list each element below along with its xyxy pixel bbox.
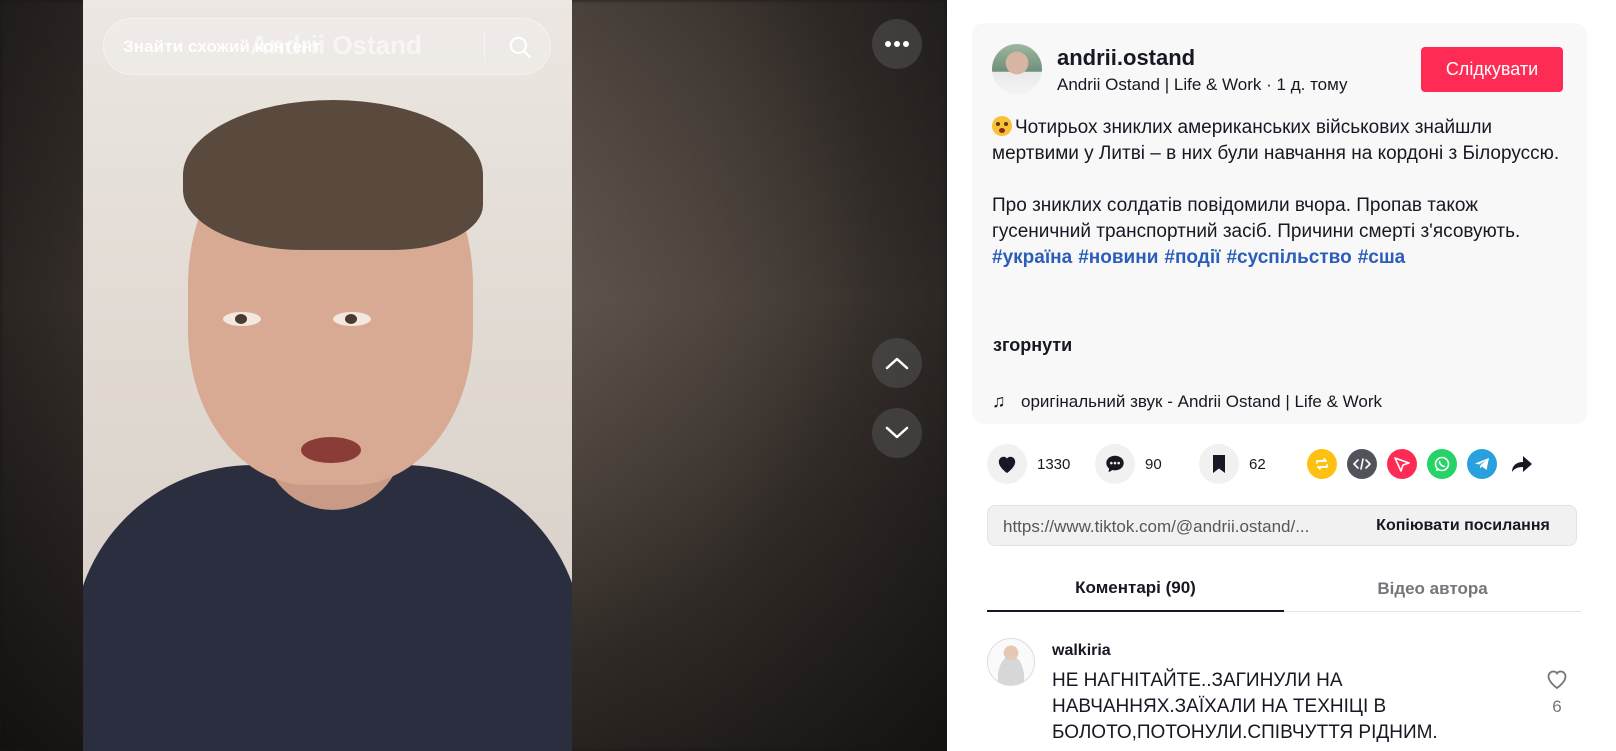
chevron-down-icon — [885, 426, 909, 439]
like-count: 1330 — [1037, 455, 1071, 473]
more-horizontal-icon — [885, 41, 909, 47]
hashtag-link[interactable]: #події — [1164, 247, 1220, 268]
video-url[interactable]: https://www.tiktok.com/@andrii.ostand/..… — [1003, 517, 1343, 537]
comment-button[interactable]: 90 — [1095, 444, 1162, 484]
collapse-description-button[interactable]: згорнути — [993, 335, 1072, 356]
telegram-icon[interactable] — [1467, 449, 1497, 479]
search-placeholder[interactable]: Знайти схожий контент — [123, 37, 321, 57]
like-button[interactable]: 1330 — [987, 444, 1070, 484]
person-mouth — [301, 437, 361, 463]
description-paragraph-1: Чотирьох зниклих американських військови… — [992, 117, 1560, 164]
hashtag-link[interactable]: #сша — [1358, 247, 1406, 268]
person-eye-right — [333, 312, 371, 326]
music-note-icon: ♫ — [992, 391, 1006, 411]
more-options-button[interactable] — [872, 19, 922, 69]
author-username[interactable]: andrii.ostand — [1057, 45, 1195, 71]
chevron-up-icon — [885, 357, 909, 370]
comment-count: 90 — [1145, 455, 1162, 473]
post-time: 1 д. тому — [1276, 75, 1348, 94]
heart-icon — [987, 444, 1027, 484]
video-player[interactable] — [83, 0, 572, 751]
favorite-button[interactable]: 62 — [1199, 444, 1266, 484]
heart-outline-icon — [1547, 670, 1567, 690]
hashtag-link[interactable]: #суспільство — [1226, 247, 1351, 268]
comment-icon — [1095, 444, 1135, 484]
whatsapp-icon[interactable] — [1427, 449, 1457, 479]
hashtag-list: #україна #новини #події #суспільство #сша — [992, 245, 1567, 271]
author-display-name[interactable]: Andrii Ostand | Life & Work — [1057, 75, 1261, 94]
save-count: 62 — [1249, 455, 1266, 473]
previous-video-button[interactable] — [872, 338, 922, 388]
video-link-box: https://www.tiktok.com/@andrii.ostand/..… — [987, 505, 1577, 546]
music-link[interactable]: ♫ оригінальний звук - Andrii Ostand | Li… — [992, 391, 1382, 412]
follow-button[interactable]: Слідкувати — [1421, 47, 1563, 92]
embed-icon[interactable] — [1347, 449, 1377, 479]
separator-dot: · — [1266, 75, 1277, 94]
engagement-bar: 1330 90 62 — [987, 444, 1587, 486]
next-video-button[interactable] — [872, 408, 922, 458]
author-subtitle: Andrii Ostand | Life & Work · 1 д. тому — [1057, 75, 1348, 95]
author-avatar[interactable] — [992, 44, 1042, 94]
repost-icon[interactable] — [1307, 449, 1337, 479]
bookmark-icon — [1199, 444, 1239, 484]
video-details-panel: andrii.ostand Andrii Ostand | Life & Wor… — [947, 0, 1616, 751]
comment-text: НЕ НАГНІТАЙТЕ..ЗАГИНУЛИ НА НАВЧАННЯХ.ЗАЇ… — [1052, 670, 1438, 743]
search-icon — [509, 36, 531, 58]
music-title: оригінальний звук - Andrii Ostand | Life… — [1021, 391, 1383, 411]
copy-link-button[interactable]: Копіювати посилання — [1353, 506, 1573, 545]
video-description: Чотирьох зниклих американських військови… — [992, 115, 1567, 271]
detail-tabs: Коментарі (90) Відео автора — [987, 566, 1581, 612]
search-divider — [484, 32, 485, 62]
send-icon[interactable] — [1387, 449, 1417, 479]
hashtag-link[interactable]: #україна — [992, 247, 1072, 268]
description-paragraph-2: Про зниклих солдатів повідомили вчора. П… — [992, 195, 1521, 242]
tab-comments[interactable]: Коментарі (90) — [987, 566, 1284, 612]
tab-author-videos[interactable]: Відео автора — [1284, 566, 1581, 612]
description-card: andrii.ostand Andrii Ostand | Life & Wor… — [972, 23, 1587, 424]
flushed-face-emoji-icon — [992, 116, 1012, 136]
similar-content-search[interactable]: Знайти схожий контент — [103, 18, 551, 75]
commenter-avatar[interactable] — [987, 638, 1035, 686]
person-hair — [183, 100, 483, 250]
share-arrow-icon[interactable] — [1507, 449, 1537, 479]
search-button[interactable] — [497, 27, 543, 67]
hashtag-link[interactable]: #новини — [1078, 247, 1158, 268]
comment-like-button[interactable]: 6 — [1542, 668, 1572, 717]
video-area: Andrii Ostand Знайти схожий контент — [0, 0, 947, 751]
comment-like-count: 6 — [1552, 697, 1562, 716]
commenter-username[interactable]: walkiria — [1052, 642, 1111, 660]
person-eye-left — [223, 312, 261, 326]
